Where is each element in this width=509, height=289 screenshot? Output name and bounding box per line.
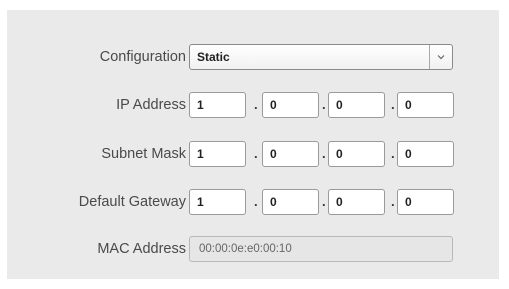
default-gateway-separator: . <box>254 194 258 209</box>
ip-address-separator: . <box>391 97 395 112</box>
default-gateway-separator: . <box>391 194 395 209</box>
subnet-mask-separator: . <box>254 146 258 161</box>
configuration-selected-value: Static <box>197 50 230 64</box>
mac-address-label: MAC Address <box>97 241 186 257</box>
ip-address-octet-1[interactable]: 1 <box>189 92 246 118</box>
subnet-mask-octet-4[interactable]: 0 <box>397 141 454 167</box>
default-gateway-octet-3[interactable]: 0 <box>328 189 385 215</box>
mac-address-field: 00:00:0e:e0:00:10 <box>189 236 453 262</box>
default-gateway-octet-4[interactable]: 0 <box>397 189 454 215</box>
subnet-mask-label: Subnet Mask <box>101 146 186 162</box>
subnet-mask-separator: . <box>391 146 395 161</box>
subnet-mask-octet-3[interactable]: 0 <box>328 141 385 167</box>
default-gateway-octet-2[interactable]: 0 <box>262 189 319 215</box>
subnet-mask-octet-2[interactable]: 0 <box>262 141 319 167</box>
ip-address-separator: . <box>322 97 326 112</box>
chevron-down-icon <box>437 55 445 60</box>
default-gateway-octet-1[interactable]: 1 <box>189 189 246 215</box>
configuration-dropdown-button[interactable] <box>429 45 452 69</box>
configuration-label: Configuration <box>99 49 186 65</box>
subnet-mask-octet-1[interactable]: 1 <box>189 141 246 167</box>
ip-address-separator: . <box>254 97 258 112</box>
default-gateway-separator: . <box>322 194 326 209</box>
subnet-mask-separator: . <box>322 146 326 161</box>
ip-address-octet-3[interactable]: 0 <box>328 92 385 118</box>
default-gateway-label: Default Gateway <box>78 194 186 210</box>
ip-address-label: IP Address <box>116 97 186 113</box>
configuration-select[interactable]: Static <box>189 44 453 70</box>
ip-address-octet-2[interactable]: 0 <box>262 92 319 118</box>
ip-address-octet-4[interactable]: 0 <box>397 92 454 118</box>
